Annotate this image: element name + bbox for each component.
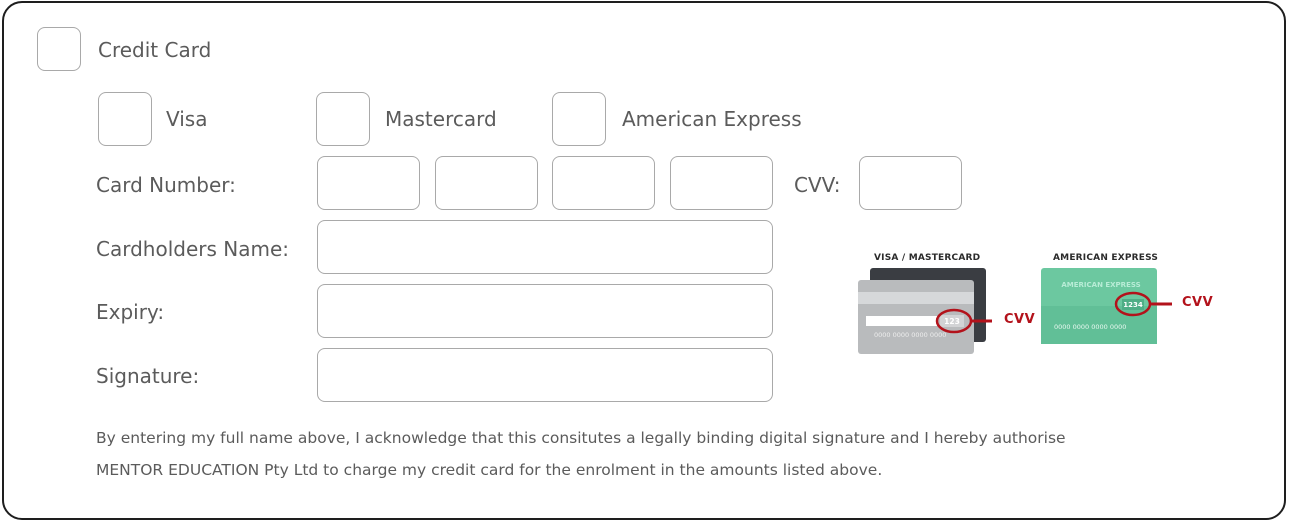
expiry-label: Expiry: <box>96 300 165 324</box>
amex-card-number: 0000 0000 0000 0000 <box>1054 323 1126 331</box>
card-stripe <box>858 292 974 304</box>
visa-cvv-tag: CVV <box>1004 312 1036 327</box>
amex-checkbox[interactable] <box>552 92 606 146</box>
card-number-input-4[interactable] <box>670 156 773 210</box>
cvv-label: CVV: <box>794 173 841 197</box>
amex-card-brand: AMERICAN EXPRESS <box>1061 281 1140 289</box>
cvv-input[interactable] <box>859 156 962 210</box>
cvv-location-illustration: 123 0000 0000 0000 0000 AMERICAN EXPRESS… <box>858 268 1172 354</box>
card-number-label: Card Number: <box>96 173 236 197</box>
expiry-input[interactable] <box>317 284 773 338</box>
mastercard-label: Mastercard <box>385 107 497 131</box>
visa-cvv-sample: 123 <box>944 317 960 326</box>
signature-label: Signature: <box>96 364 200 388</box>
visa-checkbox[interactable] <box>98 92 152 146</box>
mastercard-checkbox[interactable] <box>316 92 370 146</box>
card-number-input-1[interactable] <box>317 156 420 210</box>
amex-label: American Express <box>622 107 802 131</box>
visa-card-number: 0000 0000 0000 0000 <box>874 331 946 339</box>
amex-cvv-sample: 1234 <box>1123 301 1143 309</box>
visa-label: Visa <box>166 107 208 131</box>
cardholder-name-label: Cardholders Name: <box>96 237 289 261</box>
acknowledgement-line-1: By entering my full name above, I acknow… <box>96 429 1066 447</box>
signature-input[interactable] <box>317 348 773 402</box>
acknowledgement-line-2: MENTOR EDUCATION Pty Ltd to charge my cr… <box>96 461 883 479</box>
card-number-input-3[interactable] <box>552 156 655 210</box>
credit-card-checkbox[interactable] <box>37 27 81 71</box>
cardholder-name-input[interactable] <box>317 220 773 274</box>
card-number-input-2[interactable] <box>435 156 538 210</box>
signature-strip <box>866 316 938 326</box>
amex-cvv-tag: CVV <box>1182 295 1214 310</box>
credit-card-label: Credit Card <box>98 38 212 62</box>
